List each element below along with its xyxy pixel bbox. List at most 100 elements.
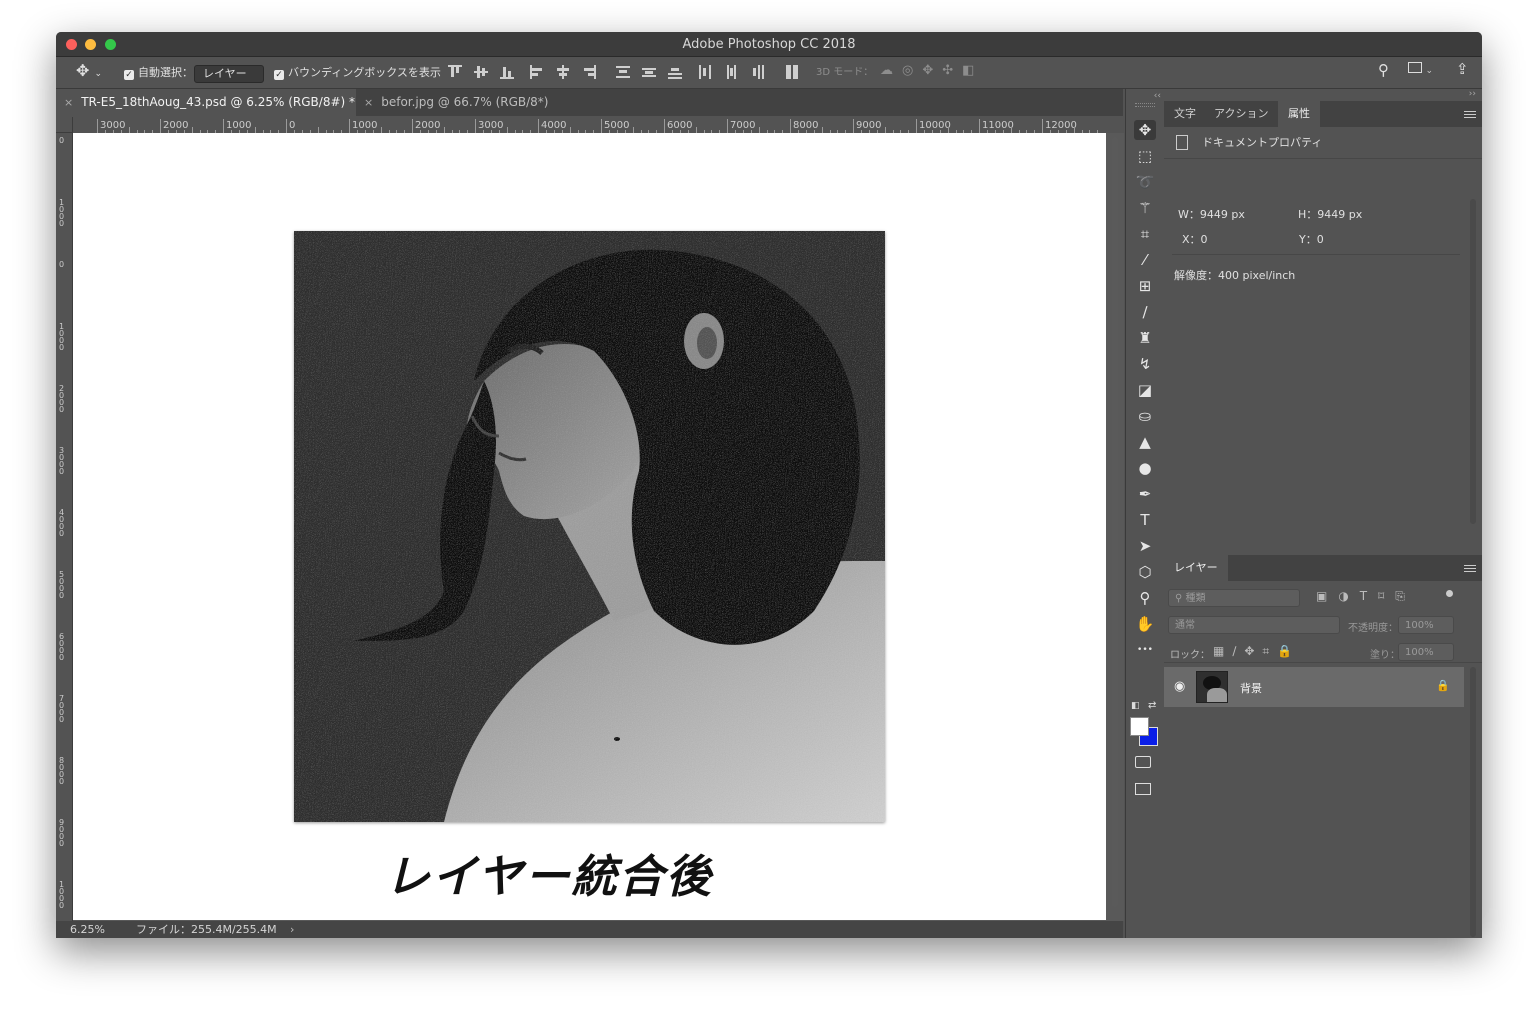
path-select-tool-icon[interactable]: ➤ [1134,536,1156,556]
vertical-ruler[interactable]: 0 1000 0 1000 2000 3000 4000 5000 6000 7000 8000 90… [56,133,73,921]
width-value[interactable]: W：9449 px [1178,206,1245,222]
move-tool-preset-icon[interactable]: ✥ ⌄ [76,63,102,80]
portrait-illustration [294,231,885,822]
quick-mask-icon[interactable] [1135,756,1151,768]
ruler-h-tick [664,119,665,133]
type-tool-icon[interactable]: T [1134,510,1156,530]
properties-scrollbar[interactable] [1470,199,1476,524]
layer-filter-select[interactable]: ⚲ 種類 [1168,589,1300,607]
zoom-level[interactable]: 6.25% [70,921,105,938]
layers-menu-icon[interactable] [1464,563,1476,574]
search-icon[interactable]: ⚲ [1378,62,1389,78]
filter-toggle-icon[interactable] [1446,590,1453,597]
distribute-hcenter-icon[interactable] [724,65,738,79]
close-tab-icon[interactable]: × [64,96,73,109]
layer-filter-label: 種類 [1185,593,1206,604]
ruler-v-label: 5000 [59,570,65,600]
dodge-tool-icon[interactable]: ● [1134,458,1156,478]
share-icon[interactable]: ⇪ [1456,61,1469,77]
healing-tool-icon[interactable]: ⊞ [1134,276,1156,296]
opacity-input[interactable]: 100% [1398,616,1454,634]
zoom-tool-icon[interactable]: ⚲ [1134,588,1156,608]
auto-select-dropdown[interactable]: レイヤー [194,65,264,83]
hand-tool-icon[interactable]: ✋ [1134,614,1156,634]
marquee-tool-icon[interactable]: ⬚ [1134,146,1156,166]
auto-select-checkbox[interactable]: ✓ 自動選択： [124,65,193,81]
align-bottom-icon[interactable] [500,65,514,79]
distribute-top-icon[interactable] [616,65,630,79]
ruler-h-tick [475,119,476,133]
height-value[interactable]: H：9449 px [1298,206,1362,222]
distribute-vcenter-icon[interactable] [642,65,656,79]
show-bbox-checkbox[interactable]: ✓ バウンディングボックスを表示 [274,65,441,81]
x-value[interactable]: X：0 [1182,231,1208,247]
magic-wand-tool-icon[interactable]: ⚚ [1134,198,1156,218]
align-right-icon[interactable] [582,65,596,79]
lock-icons[interactable]: ▦∕✥⌗🔒 [1213,644,1300,659]
align-left-icon[interactable] [530,65,544,79]
tab-jpg-document[interactable]: × befor.jpg @ 66.7% (RGB/8*) [356,89,576,116]
align-vcenter-icon[interactable] [474,65,488,79]
brush-tool-icon[interactable]: ∕ [1134,302,1156,322]
document-tabs: × TR-E5_18thAoug_43.psd @ 6.25% (RGB/8#) … [56,89,1123,116]
blend-mode-select[interactable]: 通常 [1168,616,1340,634]
divider [1164,662,1482,663]
ruler-origin[interactable] [56,117,73,133]
layer-filter-icons[interactable]: ▣◑T⌑⎘ [1316,589,1416,604]
foreground-color-swatch[interactable] [1130,717,1149,736]
pen-tool-icon[interactable]: ✒ [1134,484,1156,504]
collapse-panels-icon[interactable]: ›› [1469,89,1476,99]
eraser-tool-icon[interactable]: ◪ [1134,380,1156,400]
stamp-tool-icon[interactable]: ♜ [1134,328,1156,348]
eye-visibility-icon[interactable]: ◉ [1174,679,1185,694]
layer-row[interactable]: ◉ 背景 🔒 [1164,667,1464,707]
distribute-right-icon[interactable] [750,65,764,79]
horizontal-ruler[interactable]: 3000 2000 1000 0 1000 2000 3000 4000 5000 6000 700… [73,117,1123,134]
crop-tool-icon[interactable]: ⌗ [1134,224,1156,244]
close-tab-icon[interactable]: × [364,96,373,109]
lock-label: ロック： [1170,650,1210,661]
fill-label: 塗り： [1370,650,1400,661]
caption-text: レイヤー統合後 [385,850,713,903]
layer-name[interactable]: 背景 [1240,680,1262,696]
paint-bucket-tool-icon[interactable]: ⛀ [1134,406,1156,426]
fill-input[interactable]: 100% [1398,643,1454,661]
toolbox-grip[interactable] [1135,103,1155,107]
more-tools-icon[interactable]: ••• [1134,640,1156,660]
layers-scrollbar[interactable] [1470,667,1476,937]
align-top-icon[interactable] [448,65,462,79]
distribute-left-icon[interactable] [698,65,712,79]
workspace-icon[interactable]: ⌄ [1408,62,1433,78]
screen-mode-icon[interactable] [1135,783,1151,795]
distribute-bottom-icon[interactable] [668,65,682,79]
layer-thumbnail [1196,671,1228,703]
lasso-tool-icon[interactable]: ➰ [1134,172,1156,192]
ruler-h-tick [412,119,413,133]
canvas-area[interactable]: レイヤー統合後 [73,133,1124,921]
tab-actions[interactable]: アクション [1204,101,1278,127]
blur-tool-icon[interactable]: ▲ [1134,432,1156,452]
tab-properties[interactable]: 属性 [1278,101,1320,127]
move-tool-icon[interactable]: ✥ [1134,120,1156,140]
collapse-toolbox-icon[interactable]: ‹‹ [1126,91,1164,101]
tab-psd-document[interactable]: × TR-E5_18thAoug_43.psd @ 6.25% (RGB/8#) … [56,89,356,116]
status-menu-arrow-icon[interactable]: › [290,921,294,938]
canvas-scrollbar[interactable] [1112,137,1118,907]
ruler-h-tick [97,119,98,133]
align-hcenter-icon[interactable] [556,65,570,79]
default-colors-icon[interactable]: ◧ [1131,701,1140,711]
ruler-v-label: 4000 [59,508,65,538]
swap-colors-icon[interactable]: ⇄ [1148,700,1156,711]
auto-align-icon[interactable] [786,65,800,79]
tab-character[interactable]: 文字 [1164,101,1206,127]
tab-layers[interactable]: レイヤー [1164,555,1228,581]
history-brush-tool-icon[interactable]: ↯ [1134,354,1156,374]
ruler-h-tick [349,119,350,133]
panel-menu-icon[interactable] [1464,109,1476,120]
eyedropper-tool-icon[interactable]: ⁄ [1134,250,1156,270]
y-value[interactable]: Y：0 [1299,231,1324,247]
3d-mode-icons[interactable]: ☁◎✥✣◧ [880,63,983,79]
document-canvas[interactable]: レイヤー統合後 [73,133,1106,920]
shape-tool-icon[interactable]: ⬡ [1134,562,1156,582]
tab-label: befor.jpg @ 66.7% (RGB/8*) [381,95,549,109]
